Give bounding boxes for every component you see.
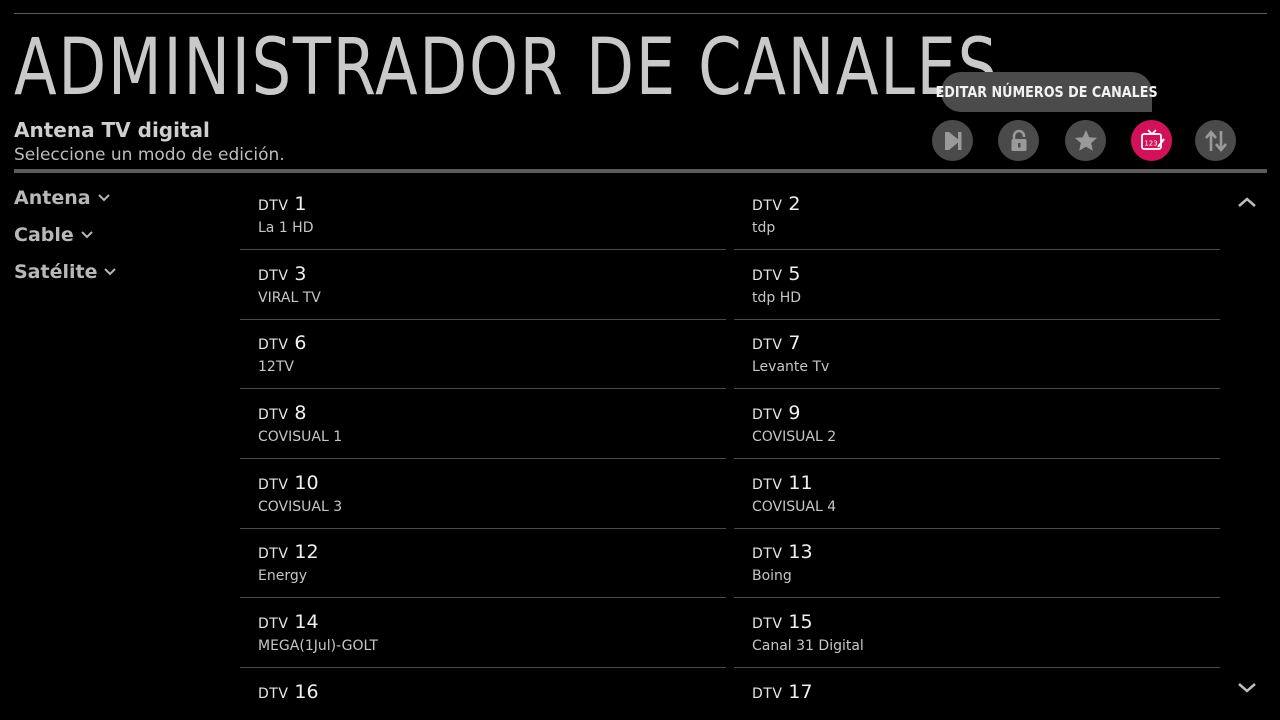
chevron-down-icon bbox=[1238, 683, 1256, 693]
channel-name: La 1 HD bbox=[258, 220, 314, 236]
channel-prefix: DTV bbox=[752, 268, 783, 284]
channel-item[interactable]: DTV 12 Energy bbox=[240, 528, 726, 598]
channel-item[interactable]: DTV 9 COVISUAL 2 bbox=[734, 389, 1220, 459]
lock-icon bbox=[1011, 129, 1026, 151]
channel-prefix: DTV bbox=[752, 616, 783, 632]
sidebar-item-label: Cable bbox=[14, 224, 74, 246]
channel-name: Canal 31 Digital bbox=[752, 638, 864, 654]
skip-button[interactable] bbox=[932, 120, 973, 161]
top-divider bbox=[14, 13, 1267, 14]
channel-number: 8 bbox=[294, 402, 307, 424]
channel-item[interactable]: DTV 15 Canal 31 Digital bbox=[734, 598, 1220, 668]
channel-number: 14 bbox=[294, 611, 319, 633]
channel-number: 17 bbox=[788, 681, 813, 703]
channel-number: 1 bbox=[294, 193, 307, 215]
sidebar-item-satelite[interactable]: Satélite bbox=[14, 261, 117, 283]
channel-prefix: DTV bbox=[752, 198, 783, 214]
move-button[interactable] bbox=[1195, 120, 1236, 161]
channel-number: 6 bbox=[294, 332, 307, 354]
channel-number: 7 bbox=[788, 332, 801, 354]
channel-name: COVISUAL 1 bbox=[258, 429, 343, 445]
channel-item[interactable]: DTV 11 COVISUAL 4 bbox=[734, 459, 1220, 529]
edit-channel-number-icon: 123 bbox=[1140, 128, 1165, 150]
channel-item[interactable]: DTV 2 tdp bbox=[734, 180, 1220, 250]
channel-prefix: DTV bbox=[258, 407, 289, 423]
sidebar-item-label: Antena bbox=[14, 187, 91, 209]
tooltip-text: EDITAR NÚMEROS DE CANALES bbox=[935, 83, 1158, 101]
channel-number: 2 bbox=[788, 193, 801, 215]
channel-item[interactable]: DTV 17 bbox=[734, 668, 1220, 720]
lock-button[interactable] bbox=[998, 120, 1039, 161]
channel-item[interactable]: DTV 5 tdp HD bbox=[734, 250, 1220, 320]
channel-name: VIRAL TV bbox=[258, 290, 321, 306]
header-divider bbox=[14, 169, 1267, 173]
channel-name: COVISUAL 2 bbox=[752, 429, 837, 445]
sidebar-item-cable[interactable]: Cable bbox=[14, 224, 94, 246]
channel-number: 13 bbox=[788, 541, 813, 563]
channel-prefix: DTV bbox=[752, 407, 783, 423]
tooltip: EDITAR NÚMEROS DE CANALES bbox=[935, 72, 1158, 112]
channel-item[interactable]: DTV 14 MEGA(1Jul)-GOLT bbox=[240, 598, 726, 668]
chevron-down-icon bbox=[104, 268, 117, 276]
channel-prefix: DTV bbox=[258, 337, 289, 353]
channel-name: COVISUAL 4 bbox=[752, 499, 837, 515]
channel-prefix: DTV bbox=[258, 477, 289, 493]
channel-prefix: DTV bbox=[258, 198, 289, 214]
channel-name: COVISUAL 3 bbox=[258, 499, 343, 515]
channel-number: 15 bbox=[788, 611, 813, 633]
channel-number: 11 bbox=[788, 472, 813, 494]
channel-number: 3 bbox=[294, 263, 307, 285]
scroll-down-button[interactable] bbox=[1236, 680, 1258, 694]
channel-name: Energy bbox=[258, 568, 308, 584]
channel-prefix: DTV bbox=[752, 477, 783, 493]
skip-icon bbox=[944, 131, 961, 150]
channel-prefix: DTV bbox=[752, 337, 783, 353]
mode-hint: Seleccione un modo de edición. bbox=[14, 145, 285, 165]
channel-prefix: DTV bbox=[258, 616, 289, 632]
channel-number: 9 bbox=[788, 402, 801, 424]
channel-item[interactable]: DTV 1 La 1 HD bbox=[240, 180, 726, 250]
channel-number: 16 bbox=[294, 681, 319, 703]
channel-prefix: DTV bbox=[258, 268, 289, 284]
channel-name: tdp HD bbox=[752, 290, 802, 306]
page-title: ADMINISTRADOR DE CANALES bbox=[14, 23, 999, 113]
edit-icon-text: 123 bbox=[1144, 139, 1157, 147]
sidebar-item-antena[interactable]: Antena bbox=[14, 187, 111, 209]
channel-item[interactable]: DTV 3 VIRAL TV bbox=[240, 250, 726, 320]
chevron-up-icon bbox=[1238, 197, 1256, 207]
favorite-button[interactable] bbox=[1065, 120, 1106, 161]
chevron-down-icon bbox=[81, 231, 93, 239]
channel-prefix: DTV bbox=[752, 546, 783, 562]
channel-item[interactable]: DTV 8 COVISUAL 1 bbox=[240, 389, 726, 459]
channel-name: tdp bbox=[752, 220, 776, 236]
source-name: Antena TV digital bbox=[14, 118, 210, 142]
channel-item[interactable]: DTV 13 Boing bbox=[734, 528, 1220, 598]
move-icon bbox=[1204, 129, 1227, 152]
star-icon bbox=[1074, 129, 1097, 151]
sidebar-item-label: Satélite bbox=[14, 261, 98, 283]
channel-prefix: DTV bbox=[258, 686, 289, 702]
channel-name: 12TV bbox=[258, 359, 294, 375]
channel-number: 5 bbox=[788, 263, 801, 285]
channel-number: 10 bbox=[294, 472, 319, 494]
channel-item[interactable]: DTV 7 Levante Tv bbox=[734, 319, 1220, 389]
channel-name: MEGA(1Jul)-GOLT bbox=[258, 638, 378, 654]
channel-prefix: DTV bbox=[258, 546, 289, 562]
channel-item[interactable]: DTV 10 COVISUAL 3 bbox=[240, 459, 726, 529]
chevron-down-icon bbox=[97, 194, 110, 202]
scroll-up-button[interactable] bbox=[1236, 194, 1258, 208]
channel-prefix: DTV bbox=[752, 686, 783, 702]
edit-channel-number-button[interactable]: 123 bbox=[1131, 120, 1172, 161]
channel-number: 12 bbox=[294, 541, 319, 563]
channel-item[interactable]: DTV 16 bbox=[240, 668, 726, 720]
channel-name: Levante Tv bbox=[752, 359, 830, 375]
channel-name: Boing bbox=[752, 568, 792, 584]
channel-item[interactable]: DTV 6 12TV bbox=[240, 319, 726, 389]
